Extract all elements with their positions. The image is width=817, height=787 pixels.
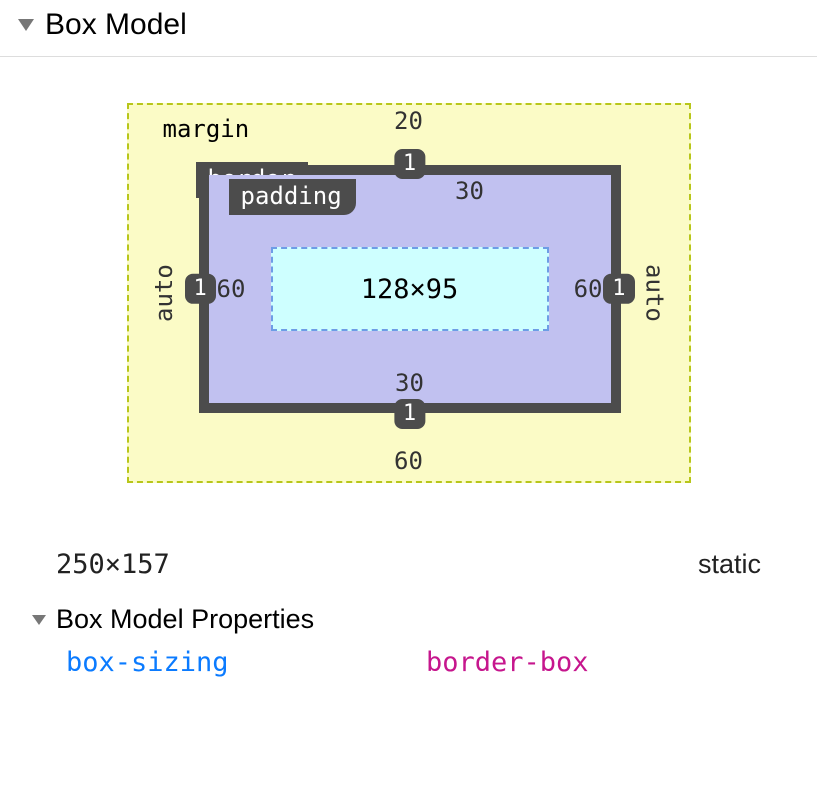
property-value: border-box	[426, 647, 589, 678]
border-left-value[interactable]: 1	[185, 274, 216, 304]
border-region[interactable]: border 1 1 1 1 padding 30 60 30 60 128×9…	[199, 165, 621, 413]
subsection-title: Box Model Properties	[56, 604, 314, 635]
content-region[interactable]: 128×95	[271, 247, 549, 331]
margin-region[interactable]: margin 20 auto 60 auto border 1 1 1 1 pa…	[127, 103, 691, 483]
property-row[interactable]: box-sizing border-box	[66, 647, 761, 678]
chevron-down-icon	[32, 615, 46, 625]
rendered-size: 250×157	[56, 549, 170, 580]
chevron-down-icon	[18, 19, 34, 31]
border-right-value[interactable]: 1	[603, 274, 634, 304]
padding-left-value[interactable]: 60	[209, 175, 271, 403]
box-model-diagram: margin 20 auto 60 auto border 1 1 1 1 pa…	[0, 57, 817, 501]
section-title: Box Model	[45, 8, 187, 42]
content-size: 128×95	[361, 274, 459, 305]
box-model-properties-header[interactable]: Box Model Properties	[32, 604, 761, 635]
property-name: box-sizing	[66, 647, 426, 678]
border-top-value[interactable]: 1	[394, 149, 425, 179]
position-type: static	[698, 549, 761, 580]
padding-region[interactable]: padding 30 60 30 60 128×95	[209, 175, 611, 403]
border-bottom-value[interactable]: 1	[394, 399, 425, 429]
box-model-section-header[interactable]: Box Model	[0, 0, 817, 57]
